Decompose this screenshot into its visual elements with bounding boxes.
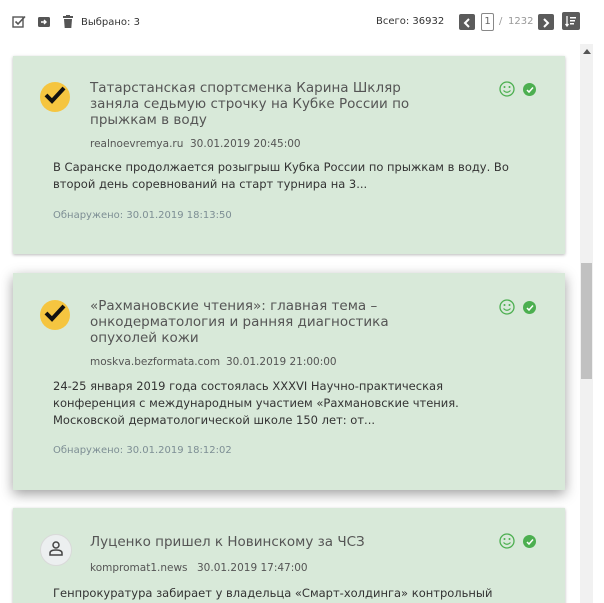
article-date: 30.01.2019 20:45:00 [190,138,301,150]
delete-icon[interactable] [60,14,76,30]
sort-icon [564,12,577,31]
next-page-icon [542,13,550,32]
article-source[interactable]: kompromat1.news [90,562,188,574]
article-date: 30.01.2019 17:47:00 [197,562,308,574]
archive-icon[interactable] [36,14,52,30]
check-icon [44,86,66,108]
check-icon [44,304,66,326]
total-count: Всего: 36932 [376,16,445,27]
next-page-button[interactable] [538,14,554,30]
article-snippet: В Саранске продолжается розыгрыш Кубка Р… [53,160,509,191]
article-title[interactable]: Луценко пришел к Новинскому за ЧСЗ [90,534,420,550]
smile-icon[interactable] [499,81,515,97]
article-card[interactable]: Татарстанская спортсменка Карина Шкляр з… [13,56,565,254]
article-title[interactable]: Татарстанская спортсменка Карина Шкляр з… [90,80,420,128]
page-separator: / [499,16,503,27]
page-total: 1232 [508,16,534,27]
scroll-up-arrow-icon[interactable] [580,46,593,56]
prev-page-button[interactable] [459,14,475,30]
prev-page-icon [463,13,471,32]
article-list: Татарстанская спортсменка Карина Шкляр з… [0,44,580,603]
selected-count: Выбрано: 3 [81,17,140,28]
status-ok-icon [523,535,536,548]
article-avatar[interactable] [40,534,72,566]
article-snippet: 24-25 января 2019 года состоялась XXXVI … [53,379,459,427]
article-avatar[interactable] [40,82,70,112]
person-icon [48,540,64,560]
article-title[interactable]: «Рахмановские чтения»: главная тема – он… [90,298,390,346]
article-source[interactable]: moskva.bezformata.com [90,356,220,368]
article-found-date: Обнаружено: 30.01.2019 18:12:02 [53,445,232,456]
status-ok-icon [523,301,536,314]
toolbar: Выбрано: 3 Всего: 36932 1 / 1232 [0,0,604,44]
article-card[interactable]: «Рахмановские чтения»: главная тема – он… [13,273,565,490]
scrollbar[interactable] [580,44,593,603]
scrollbar-thumb[interactable] [581,263,592,379]
article-date: 30.01.2019 21:00:00 [226,356,337,368]
page-input[interactable]: 1 [481,13,494,31]
article-avatar[interactable] [40,300,70,330]
article-found-date: Обнаружено: 30.01.2019 18:13:50 [53,210,232,221]
sort-button[interactable] [562,12,580,30]
article-source[interactable]: realnoevremya.ru [90,138,183,150]
status-ok-icon [523,83,536,96]
smile-icon[interactable] [499,533,515,549]
article-card[interactable]: Луценко пришел к Новинскому за ЧСЗ kompr… [13,508,565,603]
select-all-icon[interactable] [11,14,27,30]
smile-icon[interactable] [499,299,515,315]
article-snippet: Генпрокуратура забирает у владельца «Сма… [53,586,493,600]
